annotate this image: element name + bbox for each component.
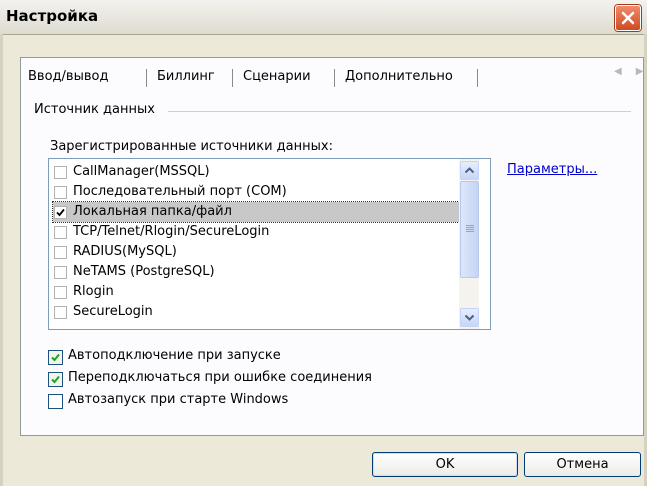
- list-item-label: TCP/Telnet/Rlogin/SecureLogin: [73, 224, 270, 239]
- list-item[interactable]: RADIUS(MySQL): [53, 242, 459, 262]
- checkbox[interactable]: [54, 266, 67, 279]
- list-item[interactable]: TCP/Telnet/Rlogin/SecureLogin: [53, 222, 459, 242]
- vertical-scrollbar[interactable]: [459, 159, 479, 329]
- tab-separator: [146, 69, 147, 87]
- close-icon: [621, 11, 635, 25]
- title-bar: Настройка: [0, 0, 647, 35]
- list-item-label: SecureLogin: [73, 304, 153, 319]
- scroll-up-button[interactable]: [460, 161, 479, 180]
- section-title: Источник данных: [34, 102, 155, 117]
- tab-advanced[interactable]: Дополнительно: [339, 65, 459, 89]
- datasources-listbox[interactable]: CallManager(MSSQL) Последовательный порт…: [48, 158, 491, 330]
- option-label: Переподключаться при ошибке соединения: [68, 370, 372, 385]
- list-item[interactable]: Последовательный порт (COM): [53, 182, 459, 202]
- datasources-label: Зарегистрированные источники данных:: [50, 139, 333, 154]
- checkbox[interactable]: [54, 306, 67, 319]
- tab-scroll-arrows[interactable]: ◀▶: [614, 66, 647, 77]
- list-item-label: NeTAMS (PostgreSQL): [73, 264, 215, 279]
- cancel-button[interactable]: Отмена: [524, 452, 641, 477]
- list-item[interactable]: Rlogin: [53, 282, 459, 302]
- checkbox[interactable]: [54, 286, 67, 299]
- checkmark-icon: [51, 375, 60, 384]
- checkmark-icon: [56, 208, 65, 217]
- checkmark-icon: [51, 353, 60, 362]
- window-title: Настройка: [6, 7, 99, 25]
- parameters-link[interactable]: Параметры...: [507, 162, 597, 177]
- chevron-down-icon: [464, 314, 475, 321]
- list-item[interactable]: CallManager(MSSQL): [53, 162, 459, 182]
- tab-separator: [232, 69, 233, 87]
- list-item[interactable]: NeTAMS (PostgreSQL): [53, 262, 459, 282]
- section-divider: [168, 111, 631, 112]
- thumb-grip: [466, 227, 474, 228]
- list-item-label: CallManager(MSSQL): [73, 164, 210, 179]
- option-label: Автозапуск при старте Windows: [68, 392, 289, 407]
- thumb-grip: [466, 231, 474, 232]
- list-item-selected[interactable]: Локальная папка/файл: [52, 201, 460, 223]
- list-item-label: Локальная папка/файл: [73, 204, 232, 219]
- window-frame-left: [0, 34, 3, 486]
- checkbox-checked[interactable]: [48, 350, 63, 365]
- thumb-grip: [466, 225, 474, 226]
- checkbox-checked[interactable]: [54, 206, 67, 219]
- tab-billing[interactable]: Биллинг: [151, 65, 221, 89]
- list-item-label: Rlogin: [73, 284, 114, 299]
- checkbox-checked[interactable]: [48, 372, 63, 387]
- scroll-down-button[interactable]: [460, 308, 479, 327]
- option-label: Автоподключение при запуске: [68, 348, 281, 363]
- scroll-thumb[interactable]: [460, 181, 479, 278]
- checkbox[interactable]: [54, 166, 67, 179]
- checkbox[interactable]: [54, 186, 67, 199]
- tab-separator: [334, 69, 335, 87]
- thumb-grip: [466, 229, 474, 230]
- tab-scenarios[interactable]: Сценарии: [237, 65, 317, 89]
- checkbox[interactable]: [54, 246, 67, 259]
- tab-separator: [477, 69, 478, 87]
- checkbox[interactable]: [54, 226, 67, 239]
- list-item-label: RADIUS(MySQL): [73, 244, 177, 259]
- checkbox[interactable]: [48, 394, 63, 409]
- list-item[interactable]: SecureLogin: [53, 302, 459, 322]
- ok-button[interactable]: OK: [372, 452, 518, 477]
- list-item-label: Последовательный порт (COM): [73, 184, 287, 199]
- tab-input-output[interactable]: Ввод/вывод: [22, 65, 114, 89]
- close-button[interactable]: [615, 5, 641, 31]
- chevron-up-icon: [464, 167, 475, 174]
